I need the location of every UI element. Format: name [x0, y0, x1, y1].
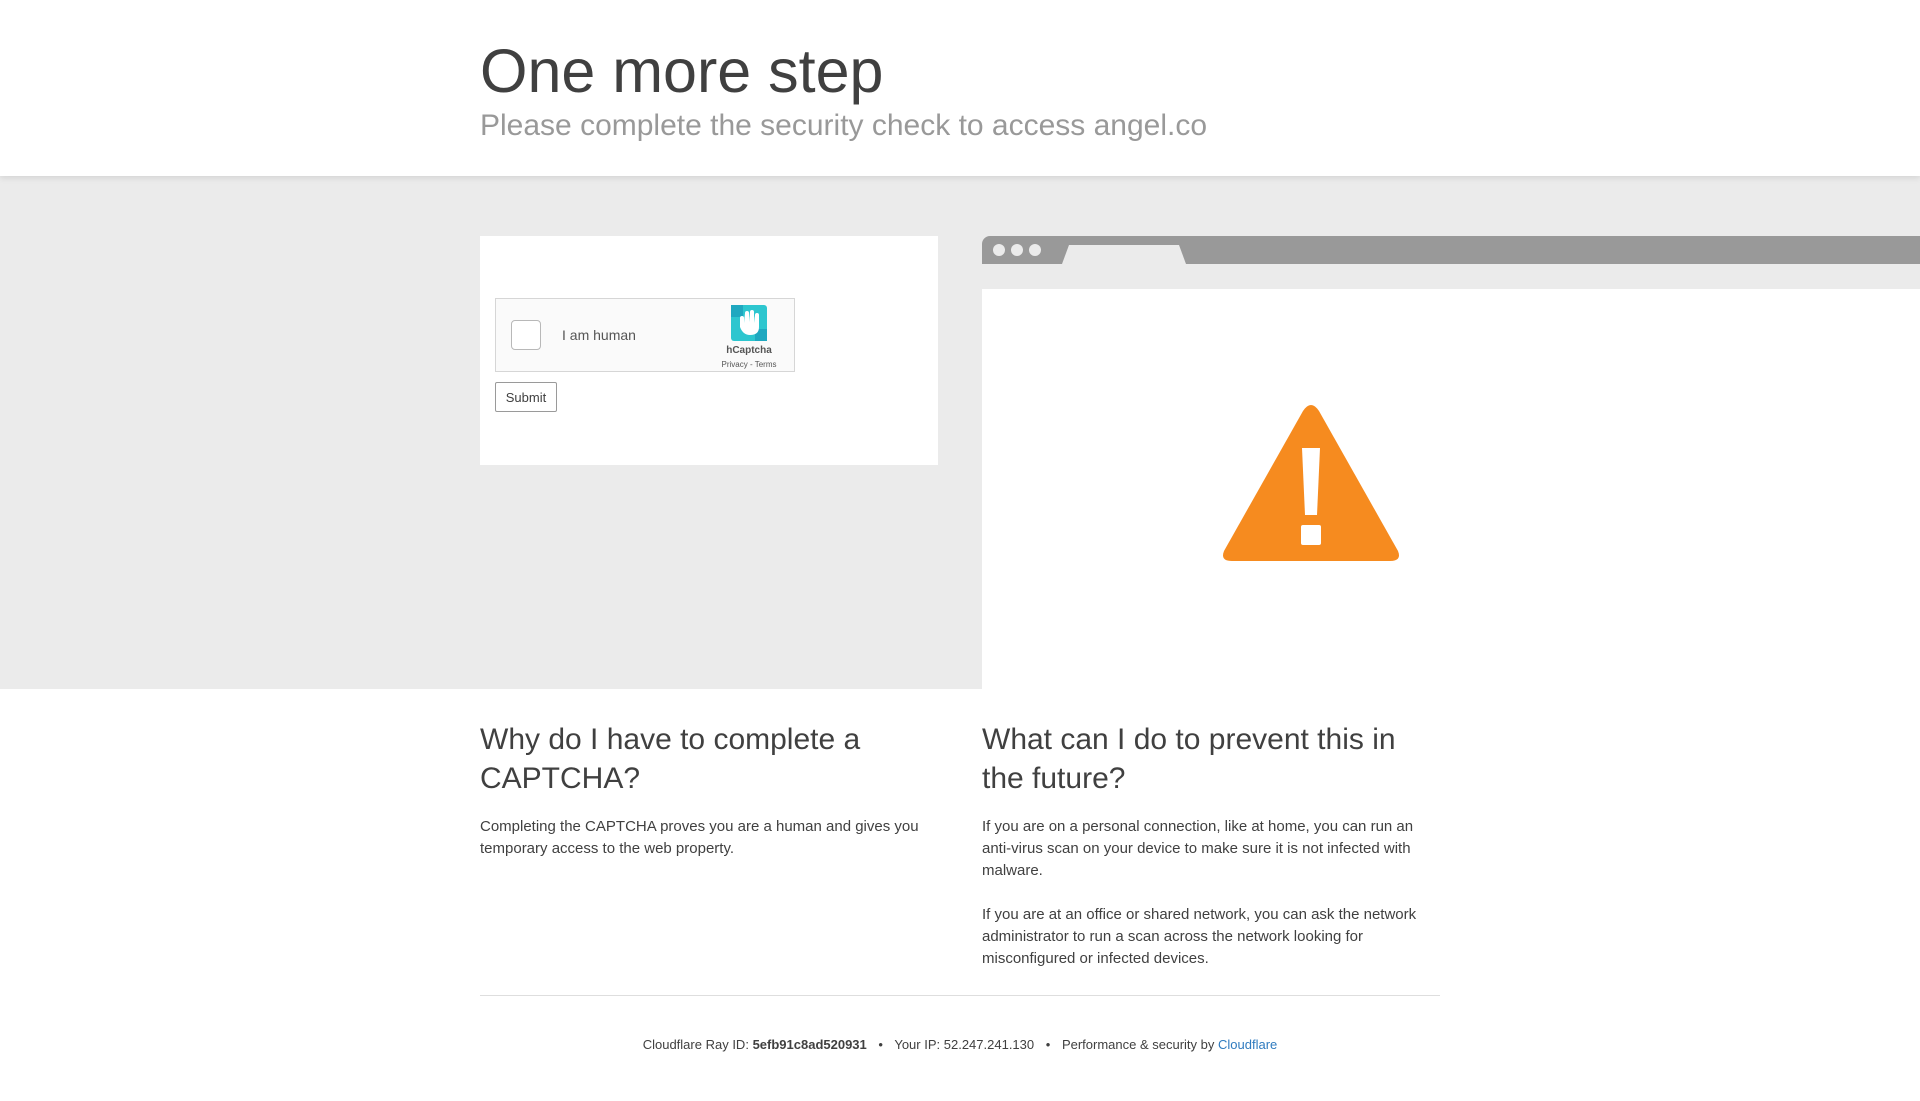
ray-id-label: Cloudflare Ray ID:: [642, 1037, 749, 1052]
bullet-separator: •: [878, 1037, 883, 1052]
browser-viewport: [982, 289, 1920, 689]
bullet-separator: •: [1045, 1037, 1051, 1052]
ray-id: 5efb91c8ad520931: [752, 1037, 867, 1052]
warning-triangle-icon: [1223, 405, 1399, 561]
browser-illustration: [982, 236, 1920, 689]
human-checkbox[interactable]: [511, 320, 541, 350]
privacy-link[interactable]: Privacy: [722, 360, 748, 369]
hcaptcha-brand: hCaptcha: [726, 345, 772, 356]
prevent-text-office: If you are at an office or shared networ…: [982, 906, 1417, 967]
page-title: One more step: [480, 37, 884, 105]
prevent-text-personal: If you are on a personal connection, lik…: [982, 818, 1414, 879]
hcaptcha-links: Privacy - Terms: [696, 360, 802, 369]
browser-tab: [1062, 245, 1186, 264]
browser-chrome: [982, 236, 1920, 264]
ip-address: 52.247.241.130: [943, 1037, 1035, 1052]
why-captcha-heading: Why do I have to complete a CAPTCHA?: [480, 723, 861, 795]
submit-button[interactable]: Submit: [495, 382, 557, 412]
window-dot: [1011, 244, 1023, 256]
captcha-form: I am human hCaptcha Privacy - Terms Subm…: [480, 236, 938, 465]
ip-label: Your IP:: [894, 1037, 941, 1052]
page-header: One more step Please complete the securi…: [0, 0, 1920, 176]
footer-divider: [480, 995, 1440, 996]
prevent-heading: What can I do to prevent this in the fut…: [982, 723, 1396, 795]
terms-link[interactable]: Terms: [755, 360, 777, 369]
why-captcha-text: Completing the CAPTCHA proves you are a …: [480, 818, 919, 857]
checkbox-label: I am human: [562, 327, 636, 343]
prevent-section: What can I do to prevent this in the fut…: [982, 720, 1442, 970]
window-dot: [993, 244, 1005, 256]
performance-label: Performance & security by: [1061, 1037, 1215, 1052]
window-dot: [1029, 244, 1041, 256]
link-separator: -: [747, 360, 755, 369]
cloudflare-link[interactable]: Cloudflare: [1218, 1037, 1277, 1052]
challenge-band: I am human hCaptcha Privacy - Terms Subm…: [0, 176, 1920, 689]
browser-address-bar: [982, 264, 1920, 289]
hcaptcha-widget: I am human hCaptcha Privacy - Terms: [495, 298, 795, 372]
why-captcha-section: Why do I have to complete a CAPTCHA? Com…: [480, 720, 940, 860]
footer: Cloudflare Ray ID: 5efb91c8ad520931 • Yo…: [0, 1037, 1920, 1052]
hcaptcha-logo-icon: [731, 305, 767, 341]
page-subtitle: Please complete the security check to ac…: [480, 109, 1208, 142]
